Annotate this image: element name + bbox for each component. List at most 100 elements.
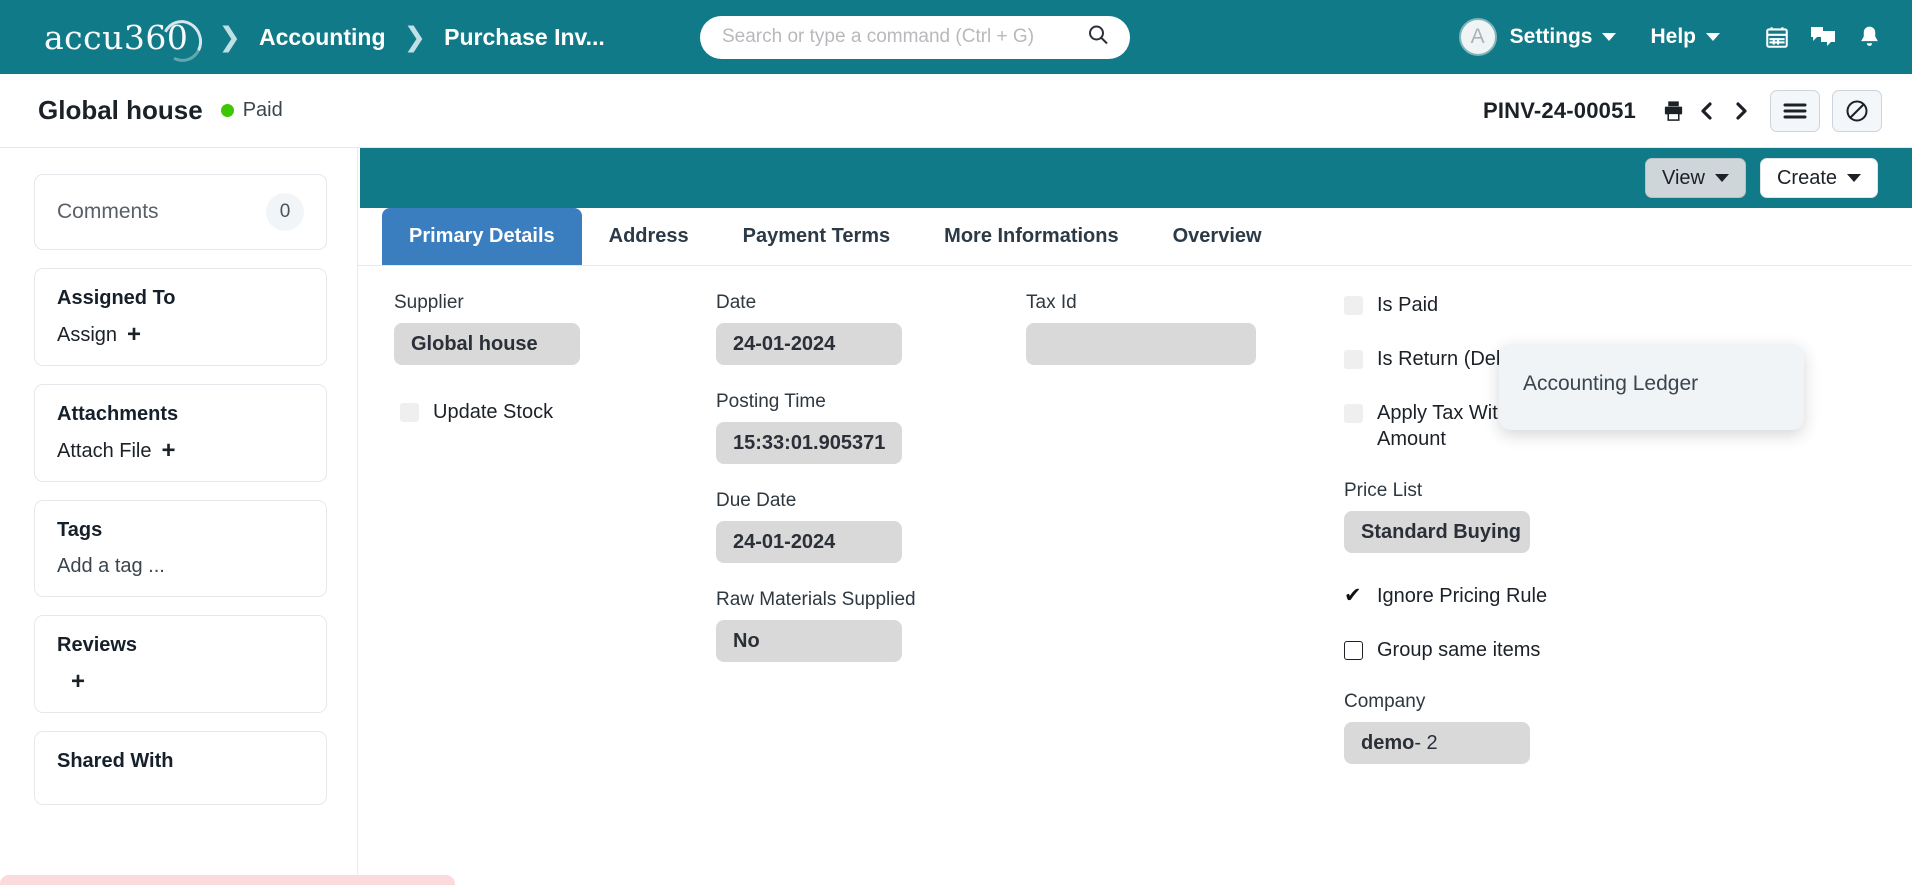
assign-button[interactable]: Assign + xyxy=(57,323,304,347)
company-value-suffix: - 2 xyxy=(1414,731,1438,754)
checkbox-update-stock[interactable]: Update Stock xyxy=(394,399,660,425)
hamburger-menu-icon[interactable] xyxy=(1770,89,1820,132)
checkbox-is-paid[interactable]: Is Paid xyxy=(1344,292,1610,318)
add-tag-input[interactable]: Add a tag ... xyxy=(57,555,304,578)
view-dropdown-menu: Accounting Ledger xyxy=(1499,344,1804,430)
supplier-label: Supplier xyxy=(394,292,464,313)
price-list-label: Price List xyxy=(1344,480,1423,501)
tab-overview[interactable]: Overview xyxy=(1146,208,1289,265)
breadcrumb-accounting[interactable]: Accounting xyxy=(259,24,386,51)
chevron-down-icon xyxy=(1706,33,1720,41)
posting-time-label: Posting Time xyxy=(716,391,826,412)
group-same-items-label: Group same items xyxy=(1377,639,1541,661)
bell-icon[interactable] xyxy=(1846,14,1892,60)
due-date-label: Due Date xyxy=(716,490,797,511)
form-column-3: Tax Id xyxy=(998,292,1308,790)
date-label: Date xyxy=(716,292,757,313)
field-company: Company demo - 2 xyxy=(1344,691,1610,764)
plus-icon: + xyxy=(127,321,142,348)
page-body: Comments 0 Assigned To Assign + Attachme… xyxy=(0,148,1912,885)
breadcrumb-purchase-invoice[interactable]: Purchase Inv... xyxy=(444,24,605,51)
checkbox-icon[interactable] xyxy=(400,403,419,422)
chevron-right-icon[interactable] xyxy=(1724,92,1758,130)
assign-label: Assign xyxy=(57,323,118,346)
chat-icon[interactable] xyxy=(1800,14,1846,60)
checkbox-ignore-pricing-rule[interactable]: ✔ Ignore Pricing Rule xyxy=(1344,583,1610,609)
create-button[interactable]: Create xyxy=(1759,158,1878,198)
document-id: PINV-24-00051 xyxy=(1482,97,1636,123)
search-input[interactable] xyxy=(700,15,1130,59)
action-toolbar: View Create xyxy=(360,148,1912,208)
tab-more-informations[interactable]: More Informations xyxy=(917,208,1145,265)
view-button[interactable]: View xyxy=(1644,158,1746,198)
ignore-pricing-rule-label: Ignore Pricing Rule xyxy=(1377,585,1548,607)
checkmark-icon[interactable]: ✔ xyxy=(1344,585,1363,606)
sidebar-card-shared-with: Shared With xyxy=(34,731,327,805)
chevron-down-icon xyxy=(1847,174,1861,182)
checkbox-icon[interactable] xyxy=(1344,404,1363,423)
app-logo[interactable]: accu360 xyxy=(44,14,208,67)
sidebar: Comments 0 Assigned To Assign + Attachme… xyxy=(0,148,358,885)
assigned-to-title: Assigned To xyxy=(57,287,176,309)
tax-id-value[interactable] xyxy=(1026,323,1256,365)
company-label: Company xyxy=(1344,691,1426,712)
help-menu[interactable]: Help xyxy=(1650,25,1720,49)
reviews-title: Reviews xyxy=(57,634,138,656)
help-label: Help xyxy=(1650,25,1696,48)
checkbox-icon[interactable] xyxy=(1344,350,1363,369)
printer-icon[interactable] xyxy=(1656,92,1690,130)
tags-title: Tags xyxy=(57,519,103,541)
field-price-list: Price List Standard Buying xyxy=(1344,480,1610,553)
navbar-right-group: A Settings Help xyxy=(1458,14,1892,60)
main-panel: View Create Primary Details Address Paym… xyxy=(358,148,1912,885)
dropdown-item-accounting-ledger[interactable]: Accounting Ledger xyxy=(1499,366,1804,402)
top-navbar: accu360 ❯ Accounting ❯ Purchase Inv... A… xyxy=(0,0,1912,74)
comments-label: Comments xyxy=(57,200,159,223)
field-tax-id: Tax Id xyxy=(1026,292,1280,365)
calendar-icon[interactable] xyxy=(1754,14,1800,60)
status-badge: Paid xyxy=(220,99,283,122)
tab-primary-details[interactable]: Primary Details xyxy=(382,208,582,265)
create-label: Create xyxy=(1776,166,1837,189)
sidebar-card-attachments: Attachments Attach File + xyxy=(34,384,327,482)
field-date: Date 24-01-2024 xyxy=(716,292,970,365)
attach-file-button[interactable]: Attach File + xyxy=(57,439,304,463)
price-list-value[interactable]: Standard Buying xyxy=(1344,511,1530,553)
sidebar-card-reviews: Reviews + xyxy=(34,615,327,713)
page-title: Global house xyxy=(38,95,203,125)
settings-menu[interactable]: Settings xyxy=(1510,25,1617,49)
add-review-button[interactable]: + xyxy=(57,670,304,694)
form-column-1: Supplier Global house Update Stock xyxy=(358,292,688,790)
date-value[interactable]: 24-01-2024 xyxy=(716,323,902,365)
supplier-value[interactable]: Global house xyxy=(394,323,580,365)
plus-icon: + xyxy=(71,668,86,695)
field-raw-materials-supplied: Raw Materials Supplied No xyxy=(716,589,970,662)
raw-materials-supplied-value[interactable]: No xyxy=(716,620,902,662)
comments-count: 0 xyxy=(266,193,304,231)
breadcrumb-separator-1: ❯ xyxy=(218,21,242,52)
checkbox-group-same-items[interactable]: Group same items xyxy=(1344,637,1610,663)
tab-payment-terms[interactable]: Payment Terms xyxy=(716,208,917,265)
sidebar-card-comments[interactable]: Comments 0 xyxy=(34,174,327,250)
due-date-value[interactable]: 24-01-2024 xyxy=(716,521,902,563)
update-stock-label: Update Stock xyxy=(433,401,554,423)
company-value[interactable]: demo - 2 xyxy=(1344,722,1530,764)
chevron-down-icon xyxy=(1602,33,1617,41)
alert-toast xyxy=(0,875,455,885)
avatar[interactable]: A xyxy=(1458,18,1497,56)
status-dot-icon xyxy=(220,104,234,117)
document-header: Global house Paid PINV-24-00051 xyxy=(0,74,1912,148)
plus-icon: + xyxy=(161,437,176,464)
circle-slash-icon[interactable] xyxy=(1832,89,1882,132)
checkbox-icon[interactable] xyxy=(1344,641,1363,660)
tab-address[interactable]: Address xyxy=(582,208,716,265)
checkbox-icon[interactable] xyxy=(1344,296,1363,315)
chevron-left-icon[interactable] xyxy=(1690,92,1724,130)
settings-label: Settings xyxy=(1509,25,1593,48)
tab-bar: Primary Details Address Payment Terms Mo… xyxy=(358,208,1912,266)
field-due-date: Due Date 24-01-2024 xyxy=(716,490,970,563)
form-column-2: Date 24-01-2024 Posting Time 15:33:01.90… xyxy=(688,292,998,790)
sidebar-card-assigned-to: Assigned To Assign + xyxy=(34,268,327,366)
tax-id-label: Tax Id xyxy=(1026,292,1077,313)
posting-time-value[interactable]: 15:33:01.905371 xyxy=(716,422,902,464)
